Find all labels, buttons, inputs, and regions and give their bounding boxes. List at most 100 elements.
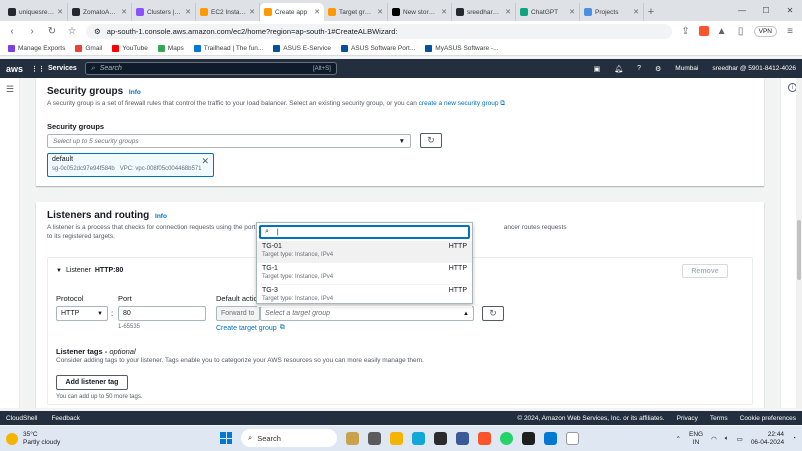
target-group-option[interactable]: TG-3 HTTP Target type: Instance, IPv4	[257, 285, 472, 307]
listener-header[interactable]: ▼ Listener HTTP:80	[56, 267, 123, 274]
share-icon[interactable]: ⇪	[680, 26, 692, 37]
browser-tab[interactable]: ChatGPT ✕	[516, 3, 580, 21]
account-menu[interactable]: sreedhar @ 5901-8412-4026	[712, 65, 796, 72]
vscode-icon[interactable]	[544, 431, 557, 445]
privacy-link[interactable]: Privacy	[677, 415, 698, 422]
close-window-icon[interactable]: ✕	[778, 0, 802, 21]
store-icon[interactable]	[434, 431, 447, 445]
target-group-select[interactable]: Select a target group ▲	[260, 306, 474, 321]
browser-tab[interactable]: Target group d✕	[324, 3, 388, 21]
sidebar-icon[interactable]: ▯	[735, 26, 747, 37]
target-group-option[interactable]: TG-1 HTTP Target type: Instance, IPv4	[257, 263, 472, 285]
bookmark-item[interactable]: YouTube	[112, 44, 148, 52]
aws-search-input[interactable]: ⌕ Search [Alt+S]	[84, 62, 337, 75]
brave-icon[interactable]	[478, 431, 491, 445]
tab-close-icon[interactable]: ✕	[377, 8, 383, 16]
security-groups-select[interactable]: Select up to 5 security groups ▼	[47, 134, 411, 148]
security-groups-info-link[interactable]: Info	[129, 89, 141, 96]
aws-logo[interactable]: aws	[6, 64, 23, 74]
feedback-link[interactable]: Feedback	[51, 415, 80, 422]
sg-refresh-button[interactable]: ↻	[420, 133, 442, 148]
speaker-icon[interactable]: 🔈︎	[725, 435, 729, 443]
bookmark-item[interactable]: Maps	[157, 44, 184, 52]
create-security-group-link[interactable]: create a new security group	[419, 100, 499, 107]
tab-close-icon[interactable]: ✕	[121, 8, 127, 16]
tab-close-icon[interactable]: ✕	[314, 8, 320, 16]
page-scrollbar[interactable]	[796, 78, 802, 408]
bookmark-item[interactable]: Trailhead | The fun...	[193, 44, 263, 52]
forward-icon[interactable]: ›	[26, 26, 38, 37]
language-indicator[interactable]: ENG IN	[689, 431, 703, 447]
port-input[interactable]: 80	[118, 306, 206, 321]
browser-tab[interactable]: Clusters | Elasti✕	[132, 3, 196, 21]
brave-shield-icon[interactable]	[698, 26, 709, 36]
target-group-option[interactable]: TG-01 HTTP Target type: Instance, IPv4	[257, 241, 472, 263]
chevron-up-icon[interactable]: ⌃	[676, 435, 681, 443]
browser-tab[interactable]: uniquesreedha✕	[4, 3, 68, 21]
bookmark-item[interactable]: Gmail	[75, 44, 102, 52]
minimize-icon[interactable]: —	[730, 0, 754, 21]
notepad-icon[interactable]	[566, 431, 579, 445]
scrollbar-thumb[interactable]	[797, 220, 801, 280]
terminal-icon[interactable]	[522, 431, 535, 445]
bookmark-item[interactable]: Manage Exports	[8, 44, 65, 52]
clock[interactable]: 22:44 06-04-2024	[751, 431, 784, 447]
listeners-info-link[interactable]: Info	[155, 213, 167, 220]
cookie-preferences-link[interactable]: Cookie preferences	[740, 415, 796, 422]
region-selector[interactable]: Mumbai	[675, 65, 698, 72]
windows-start-icon[interactable]	[220, 432, 232, 444]
file-explorer-icon[interactable]	[390, 431, 403, 445]
remove-listener-button[interactable]: Remove	[682, 264, 728, 278]
browser-tab[interactable]: Create app ✕	[260, 3, 324, 21]
cloudshell-link[interactable]: CloudShell	[6, 415, 37, 422]
hamburger-icon[interactable]: ☰	[6, 84, 14, 95]
browser-tab[interactable]: Projects ✕	[580, 3, 644, 21]
maximize-icon[interactable]: ☐	[754, 0, 778, 21]
app-icon[interactable]	[456, 431, 469, 445]
tab-close-icon[interactable]: ✕	[185, 8, 191, 16]
target-group-refresh-button[interactable]: ↻	[482, 306, 504, 321]
menu-icon[interactable]: ≡	[784, 26, 796, 37]
notification-icon[interactable]: ◔	[792, 435, 796, 442]
bookmark-icon[interactable]: ☆	[66, 26, 78, 37]
browser-tab[interactable]: ZomatoApp-C✕	[68, 3, 132, 21]
browser-tab[interactable]: sreedhar8897/✕	[452, 3, 516, 21]
remove-token-icon[interactable]: ✕	[201, 156, 209, 167]
target-group-filter-input[interactable]: ⌕ |	[259, 225, 470, 239]
cloudshell-icon[interactable]: ▣	[594, 65, 601, 73]
edge-icon[interactable]	[412, 431, 425, 445]
terms-link[interactable]: Terms	[710, 415, 728, 422]
tab-close-icon[interactable]: ✕	[505, 8, 511, 16]
whatsapp-icon[interactable]	[500, 431, 513, 445]
browser-tab[interactable]: EC2 Instance C✕	[196, 3, 260, 21]
bookmark-item[interactable]: ASUS E-Service	[273, 44, 331, 52]
bookmark-item[interactable]: ASUS Software Port...	[340, 44, 415, 52]
new-tab-button[interactable]: +	[644, 3, 658, 21]
protocol-select[interactable]: HTTP ▼	[56, 306, 108, 321]
tab-close-icon[interactable]: ✕	[633, 8, 639, 16]
bell-icon[interactable]: 🔔︎	[614, 65, 623, 73]
battery-icon[interactable]: ▭	[737, 435, 743, 443]
bookmark-item[interactable]: MyASUS Software -...	[425, 44, 499, 52]
weather-widget[interactable]: 35°C Partly cloudy	[6, 431, 60, 447]
reload-icon[interactable]: ↻	[46, 26, 58, 37]
tab-close-icon[interactable]: ✕	[569, 8, 575, 16]
add-listener-tag-button[interactable]: Add listener tag	[56, 375, 128, 390]
tab-close-icon[interactable]: ✕	[57, 8, 63, 16]
wifi-icon[interactable]: ◠	[711, 435, 717, 443]
create-target-group-link[interactable]: Create target group ⧉	[216, 324, 285, 332]
browser-tab[interactable]: New story – Me✕	[388, 3, 452, 21]
site-info-icon[interactable]: ⚙	[94, 27, 101, 36]
settings-icon[interactable]: ⚙	[655, 65, 661, 73]
widget-icon[interactable]	[346, 431, 359, 445]
services-menu[interactable]: ⋮⋮ Services	[31, 65, 77, 73]
brave-rewards-icon[interactable]: ▲	[716, 26, 728, 37]
back-icon[interactable]: ‹	[6, 26, 18, 37]
help-icon[interactable]: ?	[637, 65, 641, 72]
taskbar-search[interactable]: ⌕ Search	[241, 429, 337, 447]
vpn-button[interactable]: VPN	[753, 25, 777, 37]
tab-close-icon[interactable]: ✕	[441, 8, 447, 16]
url-bar[interactable]: ⚙ ap-south-1.console.aws.amazon.com/ec2/…	[86, 23, 672, 39]
tab-close-icon[interactable]: ✕	[249, 8, 255, 16]
task-view-icon[interactable]	[368, 431, 381, 445]
